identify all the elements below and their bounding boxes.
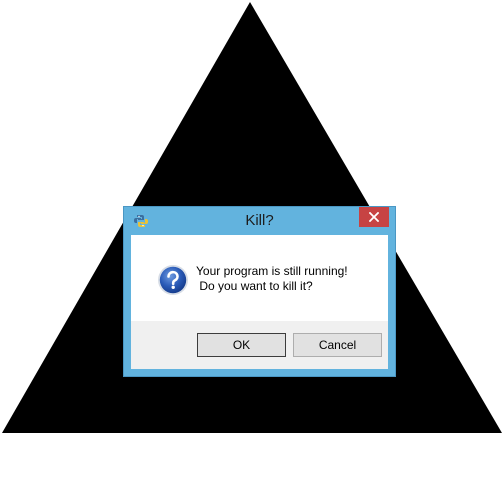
kill-dialog: Kill? Your program is still running! Do … [123, 206, 396, 377]
dialog-message: Your program is still running! Do you wa… [196, 264, 348, 294]
ok-button[interactable]: OK [197, 333, 286, 357]
close-icon [369, 212, 379, 222]
message-area: Your program is still running! Do you wa… [131, 235, 388, 321]
question-icon [158, 265, 188, 295]
dialog-titlebar[interactable]: Kill? [124, 207, 395, 235]
close-button[interactable] [359, 207, 389, 227]
message-line-2: Do you want to kill it? [196, 279, 313, 293]
dialog-title: Kill? [245, 212, 274, 229]
dialog-body: Your program is still running! Do you wa… [131, 235, 388, 369]
desktop-canvas: Kill? Your program is still running! Do … [0, 0, 504, 504]
message-line-1: Your program is still running! [196, 264, 348, 278]
button-panel: OK Cancel [131, 321, 388, 369]
cancel-button[interactable]: Cancel [293, 333, 382, 357]
